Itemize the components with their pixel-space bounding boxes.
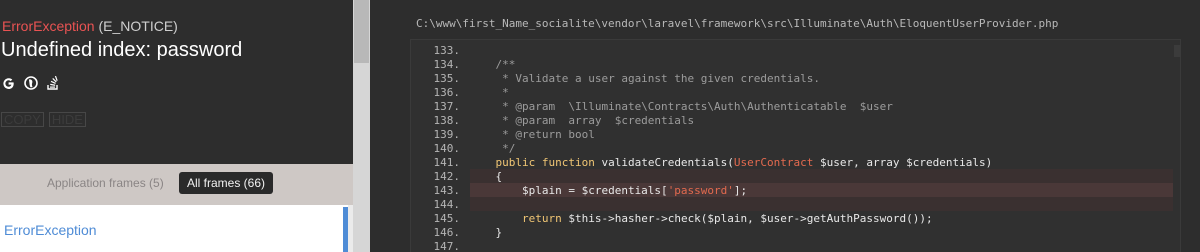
tab-all-frames[interactable]: All frames (66) <box>179 172 274 194</box>
search-links <box>2 75 59 91</box>
line-number: 143. <box>433 184 461 197</box>
code-line: * @param \Illuminate\Contracts\Auth\Auth… <box>469 100 893 114</box>
code-token: 'password' <box>667 184 734 197</box>
line-number: 145. <box>433 212 461 225</box>
google-icon[interactable] <box>2 77 15 90</box>
code-token: */ <box>469 142 516 155</box>
frame-class-label[interactable]: ErrorException <box>4 222 97 238</box>
code-token: $this->hasher->check($plain, $user->getA… <box>561 212 933 225</box>
code-line: * Validate a user against the given cred… <box>469 72 820 86</box>
code-token: $user, array $credentials) <box>813 156 993 169</box>
line-number: 147. <box>433 240 461 252</box>
code-token: return <box>521 212 562 225</box>
scrollbar-thumb[interactable] <box>354 0 369 63</box>
code-line: public function validateCredentials(User… <box>469 156 993 170</box>
tab-application-frames[interactable]: Application frames (5) <box>47 176 164 190</box>
code-token: * Validate a user against the given cred… <box>469 72 820 85</box>
line-number: 139. <box>433 128 461 141</box>
line-number: 137. <box>433 100 461 113</box>
code-token: } <box>469 226 503 239</box>
code-line: } <box>469 226 502 240</box>
exception-class: ErrorException <box>2 18 95 34</box>
code-line: * @return bool <box>469 128 595 142</box>
copy-button[interactable]: COPY <box>1 112 44 127</box>
code-token: $plain = $credentials[ <box>469 184 668 197</box>
code-line: */ <box>469 142 515 156</box>
line-number: 136. <box>433 86 461 99</box>
line-number: 133. <box>433 44 461 57</box>
code-scrollbar[interactable] <box>1174 45 1181 57</box>
code-token: * @param array $credentials <box>469 114 695 127</box>
code-token: * <box>469 86 509 99</box>
code-token: UserContract <box>733 156 814 169</box>
code-line: $plain = $credentials['password']; <box>469 184 747 198</box>
hide-button[interactable]: HIDE <box>48 112 86 127</box>
line-number: 138. <box>433 114 461 127</box>
exception-header: ErrorException (E_NOTICE) Undefined inde… <box>0 0 353 164</box>
code-token: validateCredentials( <box>594 156 734 169</box>
line-number: 135. <box>433 72 461 85</box>
code-token: public function <box>495 156 595 169</box>
code-line: /** <box>469 58 515 72</box>
exception-title: ErrorException (E_NOTICE) <box>2 18 178 34</box>
file-path: C:\www\first_Name_socialite\vendor\larav… <box>416 17 1059 30</box>
code-token: * @param \Illuminate\Contracts\Auth\Auth… <box>469 100 893 113</box>
exception-message: Undefined index: password <box>1 39 243 61</box>
code-line: * @param array $credentials <box>469 114 694 128</box>
line-number: 146. <box>433 226 461 239</box>
context-highlight <box>470 197 1173 211</box>
exception-actions: COPY HIDE <box>1 112 86 127</box>
code-token: ]; <box>733 184 748 197</box>
active-frame-indicator <box>343 207 348 252</box>
line-number: 134. <box>433 58 461 71</box>
line-number: 141. <box>433 156 461 169</box>
code-token: /** <box>469 58 516 71</box>
line-number: 142. <box>433 170 461 183</box>
duckduckgo-icon[interactable] <box>24 76 38 90</box>
line-number: 144. <box>433 198 461 211</box>
stackoverflow-icon[interactable] <box>47 76 59 90</box>
line-number: 140. <box>433 142 461 155</box>
code-line: return $this->hasher->check($plain, $use… <box>469 212 933 226</box>
context-highlight <box>470 169 1173 183</box>
code-line: * <box>469 86 509 100</box>
code-line: { <box>469 170 502 184</box>
code-token: * @return bool <box>469 128 595 141</box>
exception-code: (E_NOTICE) <box>98 18 178 34</box>
code-token: { <box>469 170 503 183</box>
